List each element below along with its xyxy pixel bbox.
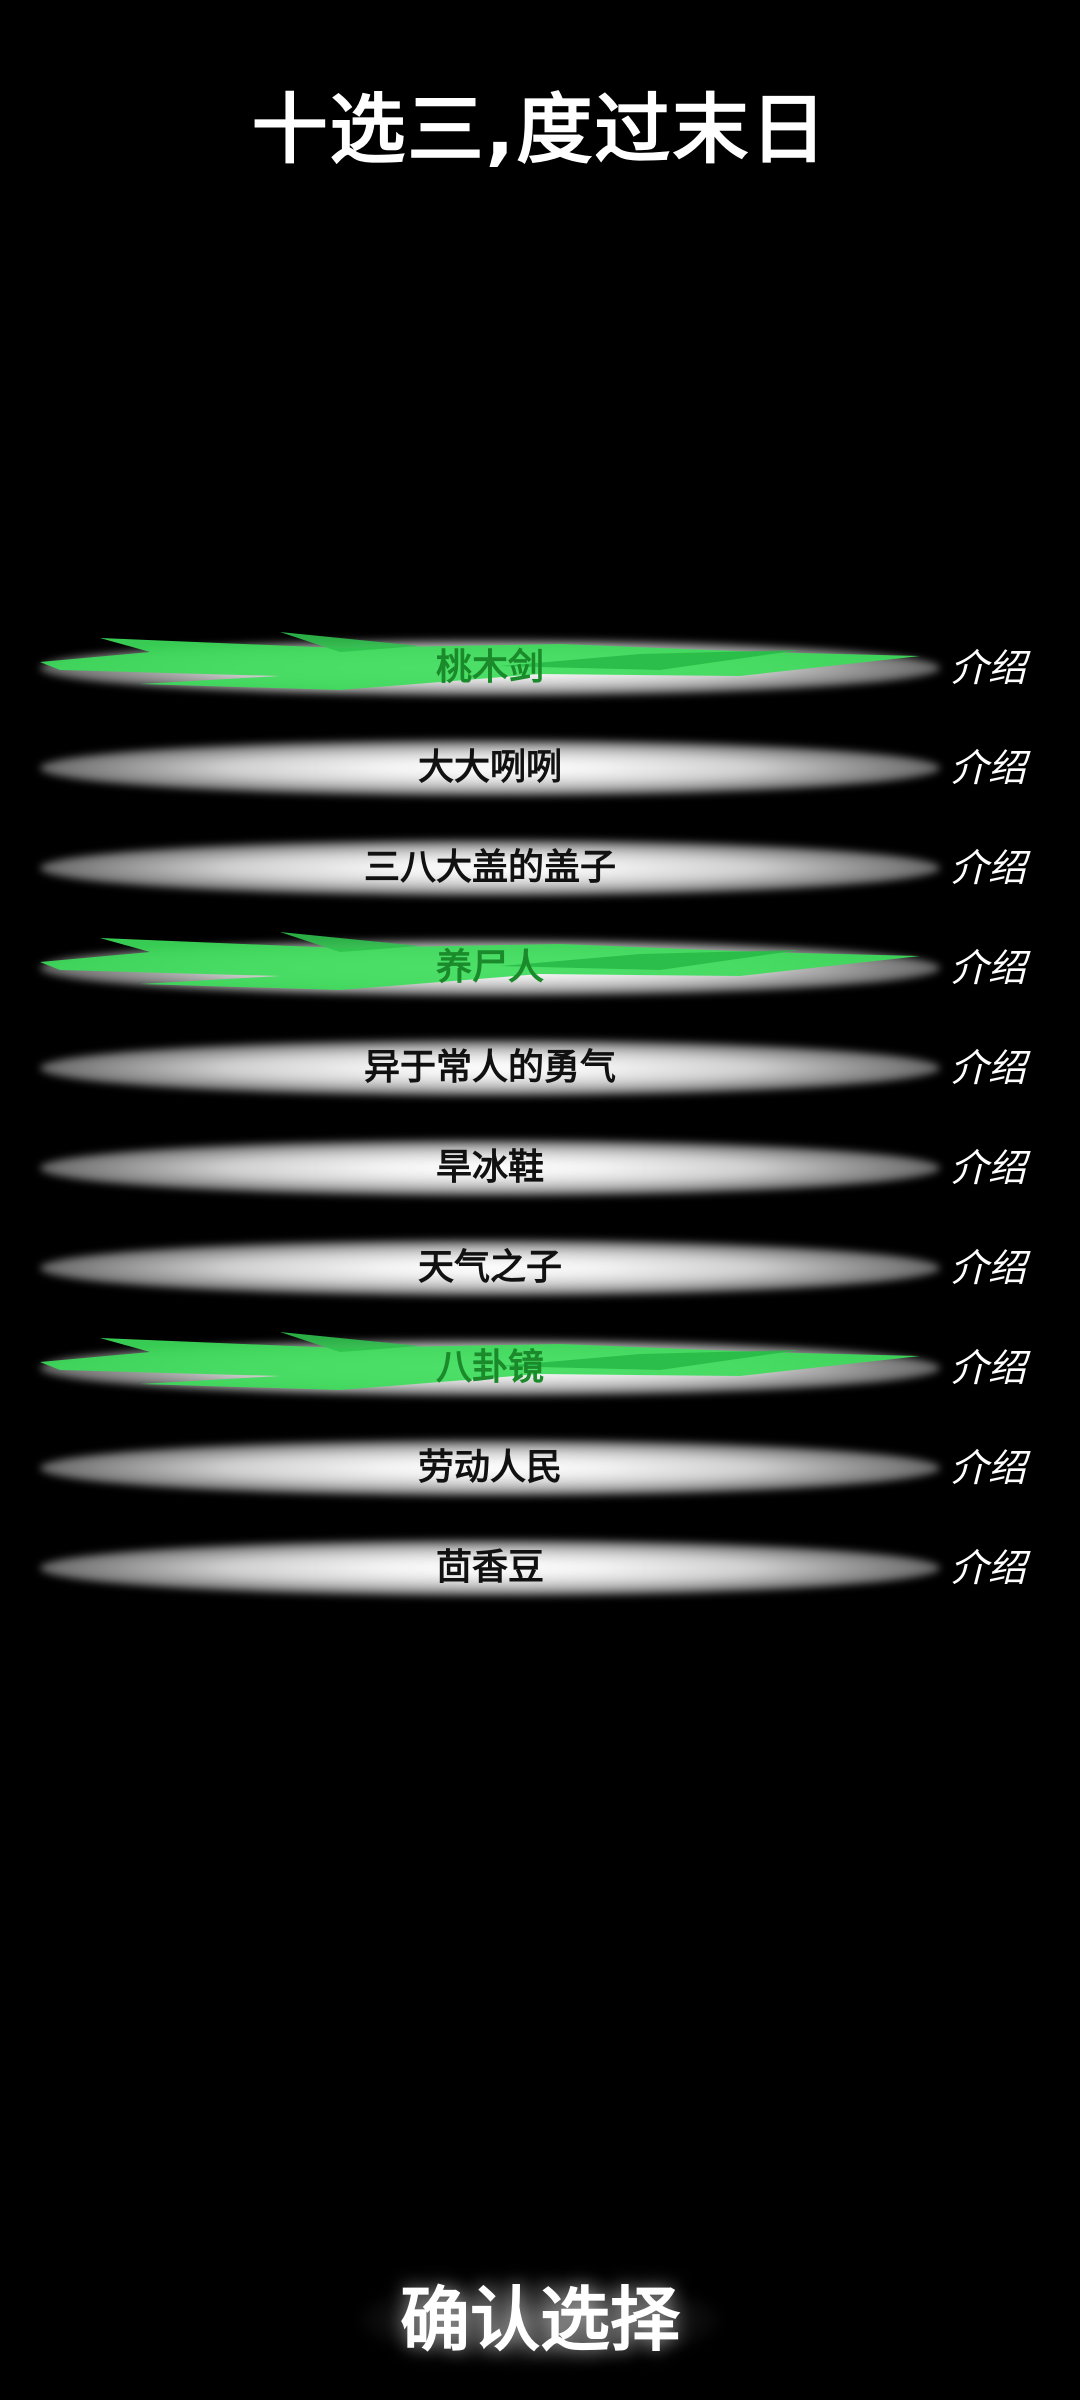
option-label: 天气之子	[417, 1247, 562, 1288]
option-item-taomujian[interactable]: 桃木剑	[40, 618, 940, 718]
intro-link[interactable]: 介绍	[950, 1018, 1060, 1118]
option-list: 桃木剑 介绍 大大咧咧 介绍 三八大盖的盖子 介绍 养尸人 介绍 异于常人的勇气…	[0, 618, 1080, 1618]
intro-link[interactable]: 介绍	[950, 618, 1060, 718]
option-label: 八卦镜	[435, 1347, 544, 1388]
intro-link[interactable]: 介绍	[950, 718, 1060, 818]
option-row: 异于常人的勇气 介绍	[0, 1018, 1080, 1118]
intro-link[interactable]: 介绍	[950, 918, 1060, 1018]
option-label: 劳动人民	[417, 1447, 562, 1488]
intro-link[interactable]: 介绍	[950, 1418, 1060, 1518]
option-row: 天气之子 介绍	[0, 1218, 1080, 1318]
option-label: 茴香豆	[435, 1547, 544, 1588]
option-row: 劳动人民 介绍	[0, 1418, 1080, 1518]
page-title: 十选三,度过末日	[251, 85, 829, 174]
option-item-huixiangdou[interactable]: 茴香豆	[40, 1518, 940, 1618]
option-item-laodongrenmin[interactable]: 劳动人民	[40, 1418, 940, 1518]
intro-link[interactable]: 介绍	[950, 1518, 1060, 1618]
option-row: 桃木剑 介绍	[0, 618, 1080, 718]
option-label: 旱冰鞋	[435, 1147, 544, 1188]
option-item-tianqizhizi[interactable]: 天气之子	[40, 1218, 940, 1318]
option-item-baguajing[interactable]: 八卦镜	[40, 1318, 940, 1418]
option-row: 茴香豆 介绍	[0, 1518, 1080, 1618]
option-label: 桃木剑	[435, 647, 544, 688]
option-label: 养尸人	[435, 947, 544, 988]
option-label: 异于常人的勇气	[363, 1047, 616, 1088]
option-label: 大大咧咧	[417, 747, 562, 788]
option-item-yuyuchangren[interactable]: 异于常人的勇气	[40, 1018, 940, 1118]
option-row: 养尸人 介绍	[0, 918, 1080, 1018]
confirm-label: 确认选择	[400, 2279, 680, 2361]
intro-link[interactable]: 介绍	[950, 1218, 1060, 1318]
intro-link[interactable]: 介绍	[950, 818, 1060, 918]
option-row: 旱冰鞋 介绍	[0, 1118, 1080, 1218]
option-row: 大大咧咧 介绍	[0, 718, 1080, 818]
option-item-hanbingxie[interactable]: 旱冰鞋	[40, 1118, 940, 1218]
option-item-sanbadagai[interactable]: 三八大盖的盖子	[40, 818, 940, 918]
option-label: 三八大盖的盖子	[363, 847, 616, 888]
intro-link[interactable]: 介绍	[950, 1318, 1060, 1418]
confirm-button[interactable]: 确认选择	[340, 2255, 740, 2385]
option-row: 三八大盖的盖子 介绍	[0, 818, 1080, 918]
option-item-dadaliele[interactable]: 大大咧咧	[40, 718, 940, 818]
intro-link[interactable]: 介绍	[950, 1118, 1060, 1218]
option-row: 八卦镜 介绍	[0, 1318, 1080, 1418]
option-item-yangshiren[interactable]: 养尸人	[40, 918, 940, 1018]
